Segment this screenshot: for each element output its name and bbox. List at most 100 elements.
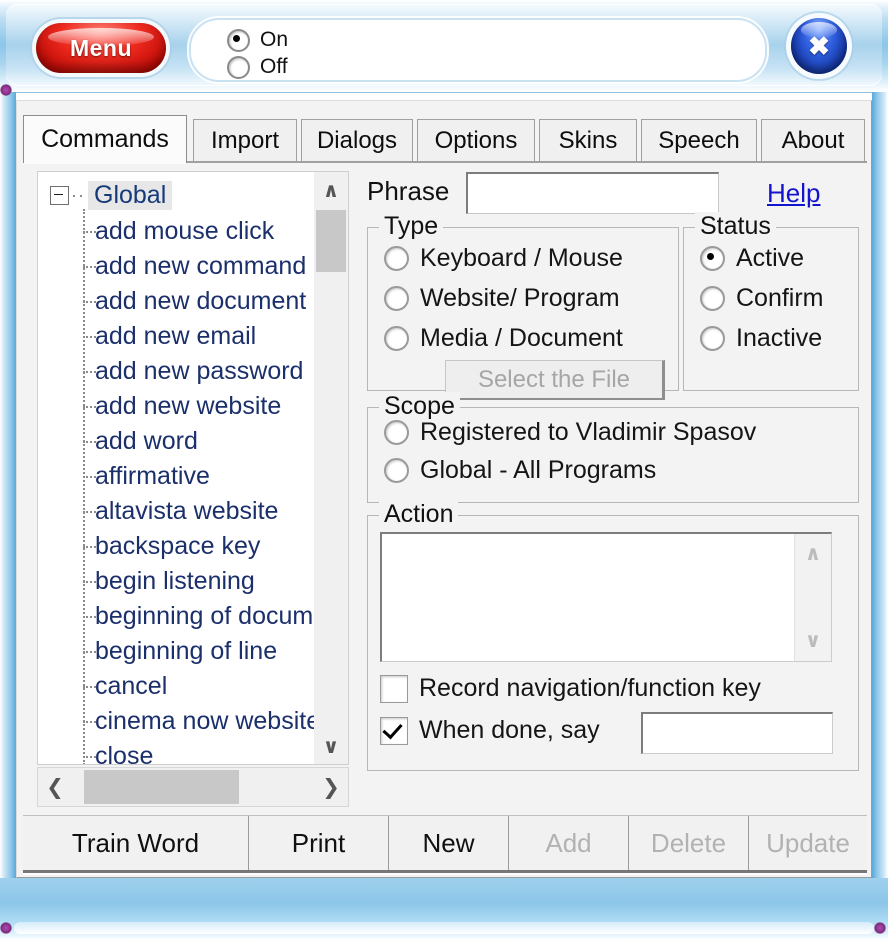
when-done-say-checkbox[interactable]: When done, say bbox=[380, 716, 600, 745]
menu-button[interactable]: Menu bbox=[36, 23, 166, 73]
tree-item-label: add new document bbox=[95, 287, 307, 315]
record-navigation-checkbox-label: Record navigation/function key bbox=[419, 674, 761, 702]
type-radio-website-program-label: Website/ Program bbox=[420, 284, 620, 312]
app-window: Menu On Off ✖ Commands Import Dialogs Op… bbox=[0, 0, 888, 940]
help-link[interactable]: Help bbox=[767, 178, 820, 209]
tree-item-label: add new email bbox=[95, 322, 257, 350]
scope-groupbox: Scope Registered to Vladimir Spasov Glob… bbox=[367, 392, 859, 503]
new-button[interactable]: New bbox=[389, 816, 509, 870]
phrase-input[interactable] bbox=[466, 172, 719, 214]
tree-item[interactable]: close bbox=[38, 739, 316, 764]
tree-item-label: add word bbox=[95, 427, 198, 455]
status-radio-active[interactable]: Active bbox=[700, 244, 804, 273]
scope-radio-registered[interactable]: Registered to Vladimir Spasov bbox=[384, 418, 756, 447]
action-vertical-scrollbar[interactable]: ∧ ∨ bbox=[794, 534, 831, 661]
action-groupbox: Action ∧ ∨ Record navigation/function ke… bbox=[367, 500, 859, 771]
scope-radio-global-label: Global - All Programs bbox=[420, 456, 657, 484]
type-radio-keyboard-mouse[interactable]: Keyboard / Mouse bbox=[384, 244, 623, 273]
chevron-down-icon[interactable]: ∨ bbox=[314, 730, 348, 762]
tree-horizontal-scrollbar[interactable]: ❮ ❯ bbox=[37, 767, 349, 807]
corner-accent-icon bbox=[0, 84, 12, 96]
tab-speech[interactable]: Speech bbox=[641, 119, 757, 161]
tab-import-label: Import bbox=[210, 126, 279, 154]
tree-item[interactable]: add new website bbox=[38, 389, 316, 424]
tree-item-label: cinema now website bbox=[95, 707, 321, 735]
update-button: Update bbox=[749, 816, 867, 870]
tree-item[interactable]: affirmative bbox=[38, 459, 316, 494]
chevron-right-icon[interactable]: ❯ bbox=[314, 768, 348, 806]
tree-item[interactable]: add new command bbox=[38, 249, 316, 284]
status-radio-active-label: Active bbox=[736, 244, 805, 272]
skin-right-border bbox=[872, 92, 888, 940]
tree-item[interactable]: cancel bbox=[38, 669, 316, 704]
type-radio-media-document[interactable]: Media / Document bbox=[384, 324, 623, 353]
radio-indicator bbox=[384, 420, 409, 445]
tree-item[interactable]: add word bbox=[38, 424, 316, 459]
when-done-say-input[interactable] bbox=[641, 712, 833, 754]
action-bar-divider bbox=[23, 873, 867, 875]
radio-indicator bbox=[700, 246, 725, 271]
tree-item-label: begin listening bbox=[95, 567, 255, 595]
tree-hscrollbar-thumb[interactable] bbox=[84, 770, 239, 804]
tree-collapse-icon[interactable] bbox=[50, 186, 69, 205]
chevron-up-icon[interactable]: ∧ bbox=[314, 174, 348, 206]
action-textarea-wrapper[interactable]: ∧ ∨ bbox=[380, 532, 832, 662]
corner-accent-icon bbox=[874, 922, 886, 934]
status-radio-inactive[interactable]: Inactive bbox=[700, 324, 822, 353]
tree-item[interactable]: add new document bbox=[38, 284, 316, 319]
record-navigation-checkbox[interactable]: Record navigation/function key bbox=[380, 674, 761, 703]
radio-indicator bbox=[384, 286, 409, 311]
skin-titlebar: Menu On Off ✖ bbox=[0, 0, 888, 93]
tab-commands[interactable]: Commands bbox=[23, 115, 187, 163]
tree-item[interactable]: add new email bbox=[38, 319, 316, 354]
checkbox-indicator bbox=[380, 716, 408, 745]
close-button[interactable]: ✖ bbox=[791, 18, 847, 74]
tree-item[interactable]: add new password bbox=[38, 354, 316, 389]
tree-item-label: affirmative bbox=[95, 462, 210, 490]
tree-item[interactable]: add mouse click bbox=[38, 214, 316, 249]
listening-radio-on[interactable]: On bbox=[227, 28, 288, 52]
commands-tree[interactable]: ·· Global add mouse click add new comman… bbox=[37, 171, 349, 765]
tree-item-label: altavista website bbox=[95, 497, 279, 525]
radio-indicator bbox=[700, 326, 725, 351]
command-action-bar: Train Word Print New Add Delete Update bbox=[23, 815, 867, 873]
delete-button: Delete bbox=[629, 816, 749, 870]
delete-button-label: Delete bbox=[650, 827, 727, 858]
tab-skins[interactable]: Skins bbox=[539, 119, 637, 161]
tab-about[interactable]: About bbox=[761, 119, 865, 161]
listening-radio-off[interactable]: Off bbox=[227, 55, 288, 79]
tree-node-global[interactable]: ·· Global bbox=[38, 177, 316, 214]
radio-on-indicator bbox=[227, 28, 250, 52]
tab-import[interactable]: Import bbox=[193, 119, 297, 161]
checkbox-indicator bbox=[380, 674, 408, 703]
scope-radio-registered-label: Registered to Vladimir Spasov bbox=[420, 418, 757, 446]
radio-indicator bbox=[384, 246, 409, 271]
tree-item[interactable]: cinema now website bbox=[38, 704, 320, 739]
tree-vertical-scrollbar[interactable]: ∧ ∨ bbox=[314, 172, 348, 764]
tree-item[interactable]: beginning of line bbox=[38, 634, 316, 669]
tree-item-label: add mouse click bbox=[95, 217, 275, 245]
tab-dialogs[interactable]: Dialogs bbox=[301, 119, 413, 161]
chevron-left-icon[interactable]: ❮ bbox=[38, 768, 72, 806]
scope-radio-global[interactable]: Global - All Programs bbox=[384, 456, 656, 485]
chevron-up-icon[interactable]: ∧ bbox=[795, 538, 831, 568]
tab-panel-commands: ·· Global add mouse click add new comman… bbox=[23, 163, 867, 809]
tree-item[interactable]: begin listening bbox=[38, 564, 316, 599]
tree-item[interactable]: backspace key bbox=[38, 529, 316, 564]
tab-options[interactable]: Options bbox=[417, 119, 535, 161]
radio-indicator bbox=[384, 326, 409, 351]
tree-scrollbar-thumb[interactable] bbox=[316, 210, 346, 272]
train-word-button[interactable]: Train Word bbox=[23, 816, 249, 870]
action-textarea[interactable] bbox=[382, 534, 794, 661]
chevron-down-icon[interactable]: ∨ bbox=[795, 625, 831, 655]
scope-legend: Scope bbox=[379, 392, 460, 421]
tree-item[interactable]: beginning of document bbox=[38, 599, 348, 634]
tree-item[interactable]: altavista website bbox=[38, 494, 316, 529]
close-icon: ✖ bbox=[808, 31, 830, 61]
tab-speech-label: Speech bbox=[658, 126, 740, 154]
type-radio-website-program[interactable]: Website/ Program bbox=[384, 284, 620, 313]
status-radio-confirm[interactable]: Confirm bbox=[700, 284, 824, 313]
print-button[interactable]: Print bbox=[249, 816, 389, 870]
radio-indicator bbox=[700, 286, 725, 311]
status-legend: Status bbox=[695, 212, 776, 241]
